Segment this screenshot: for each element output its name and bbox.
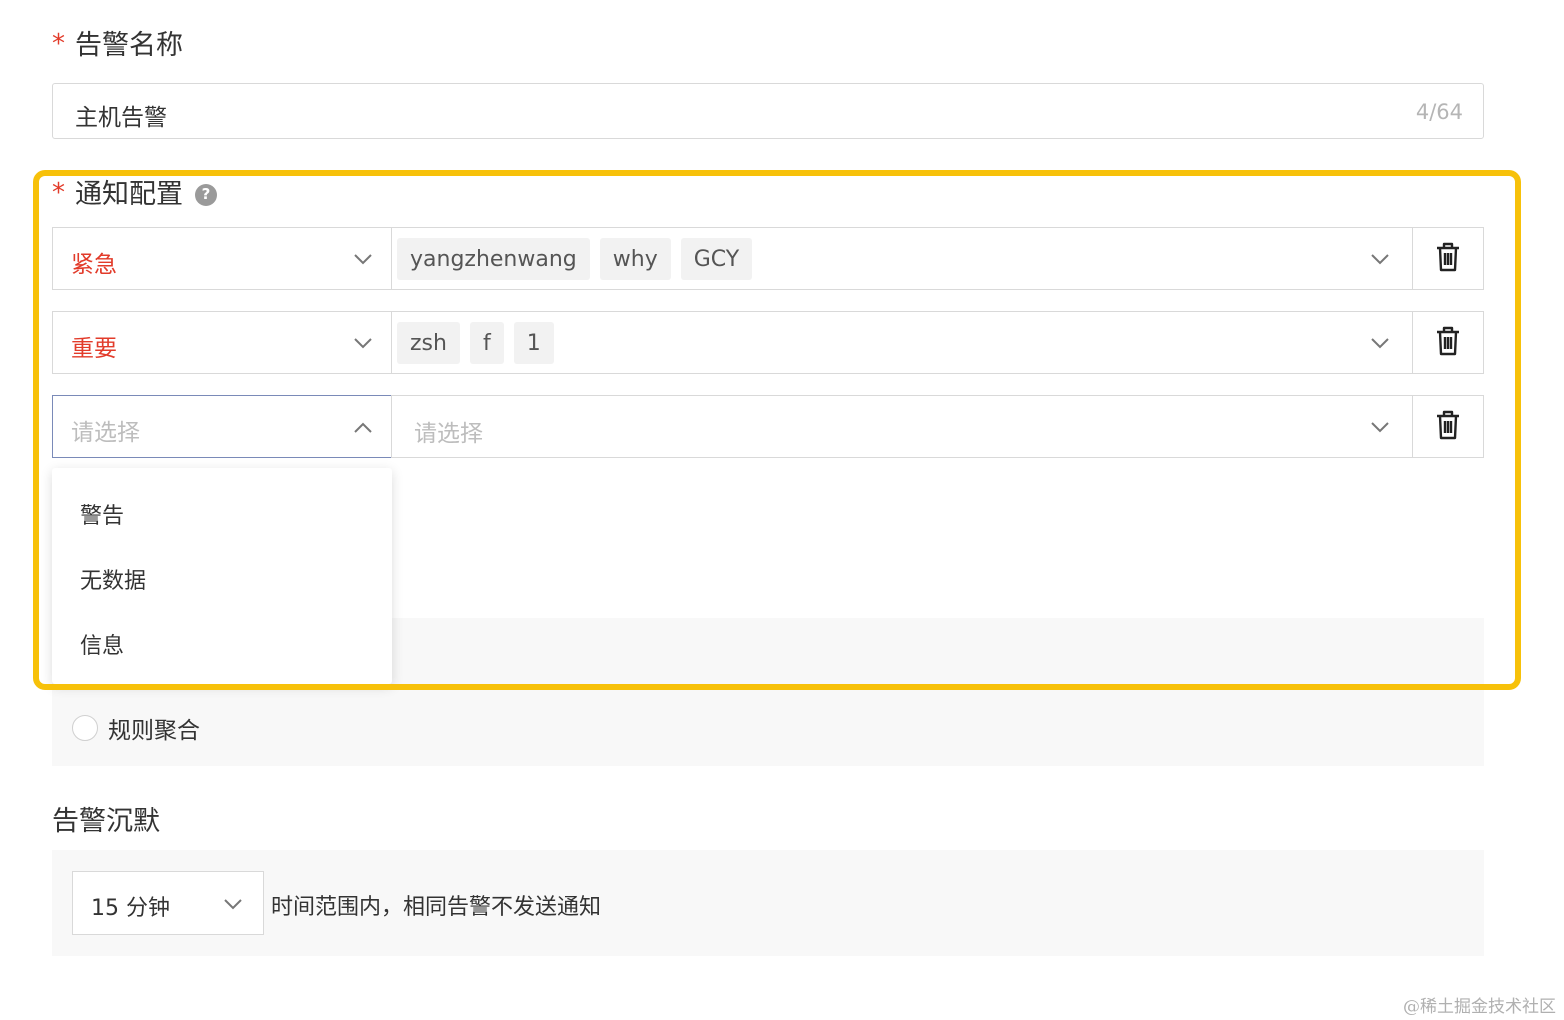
alert-name-value: 主机告警 xyxy=(75,105,167,131)
radio-button[interactable] xyxy=(72,715,98,741)
silence-duration-value: 15 分钟 xyxy=(91,896,170,921)
alert-silence-label: 告警沉默 xyxy=(52,806,160,837)
highlight-frame xyxy=(33,170,1521,690)
watermark: @稀土掘金技术社区 xyxy=(1403,997,1556,1017)
chevron-down-icon xyxy=(223,894,243,914)
aggregation-radio-option[interactable]: 规则聚合 xyxy=(72,711,200,745)
required-mark: * xyxy=(52,28,65,59)
aggregation-option-label: 规则聚合 xyxy=(108,718,200,744)
alert-name-input[interactable]: 主机告警 4/64 xyxy=(52,83,1484,139)
char-counter: 4/64 xyxy=(1415,100,1463,124)
silence-description: 时间范围内，相同告警不发送通知 xyxy=(271,895,602,920)
alert-name-label: * 告警名称 xyxy=(52,28,183,61)
silence-panel xyxy=(52,850,1484,956)
silence-duration-select[interactable]: 15 分钟 xyxy=(72,871,264,935)
